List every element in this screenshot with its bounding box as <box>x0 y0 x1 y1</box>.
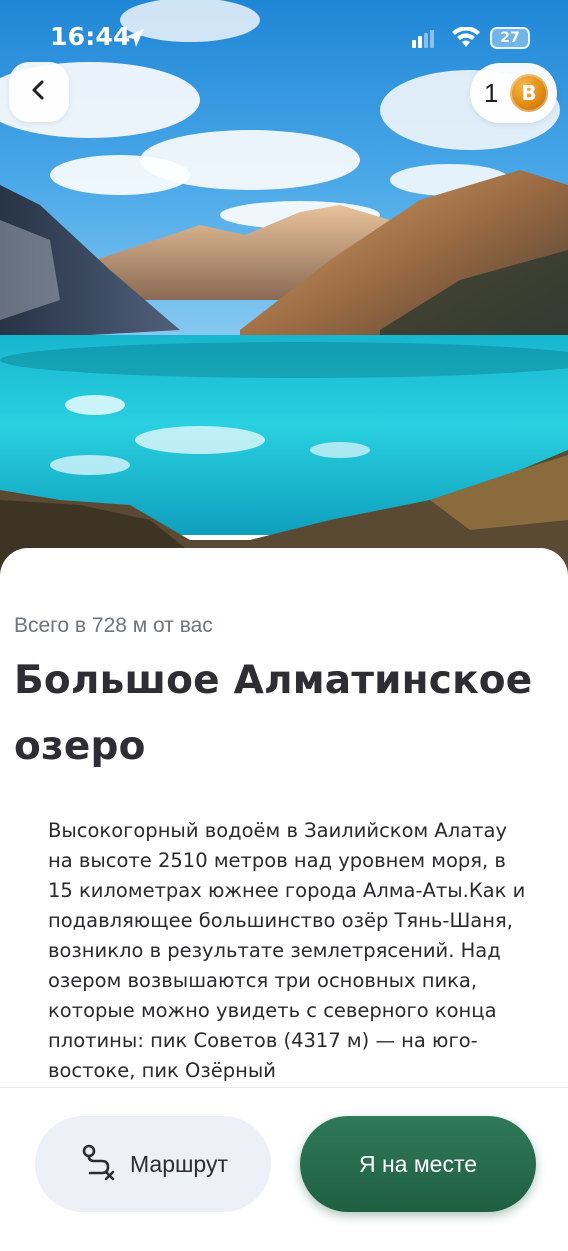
arrived-button-label: Я на месте <box>358 1150 478 1177</box>
battery-icon: 27 <box>490 27 530 49</box>
arrived-button[interactable]: Я на месте <box>300 1116 536 1212</box>
back-button[interactable] <box>9 62 69 122</box>
signal-icon <box>412 30 434 53</box>
route-button-label: Маршрут <box>129 1150 229 1177</box>
route-remove-icon <box>78 1143 116 1186</box>
route-button[interactable]: Маршрут <box>35 1116 271 1212</box>
location-arrow-icon <box>125 28 145 53</box>
wifi-icon <box>452 26 480 54</box>
bitcoin-coin-icon: B <box>510 74 548 112</box>
place-title: Большое Алматинское озеро <box>14 658 533 769</box>
place-info-card: Всего в 728 м от вас Большое Алматинское… <box>0 548 568 1088</box>
bottom-action-bar: Маршрут Я на месте <box>0 1087 568 1251</box>
coin-balance[interactable]: 1 B <box>470 63 557 123</box>
place-description: Высокогорный водоём в Заилийском Алатау … <box>48 819 526 1082</box>
distance-label: Всего в 728 м от вас <box>14 614 213 637</box>
place-details-screen: 16:44 27 1 B Всего в 728 м от вас Большо… <box>0 0 568 1251</box>
status-time: 16:44 <box>50 22 131 51</box>
coin-count: 1 <box>484 77 499 108</box>
chevron-left-icon <box>29 79 49 106</box>
